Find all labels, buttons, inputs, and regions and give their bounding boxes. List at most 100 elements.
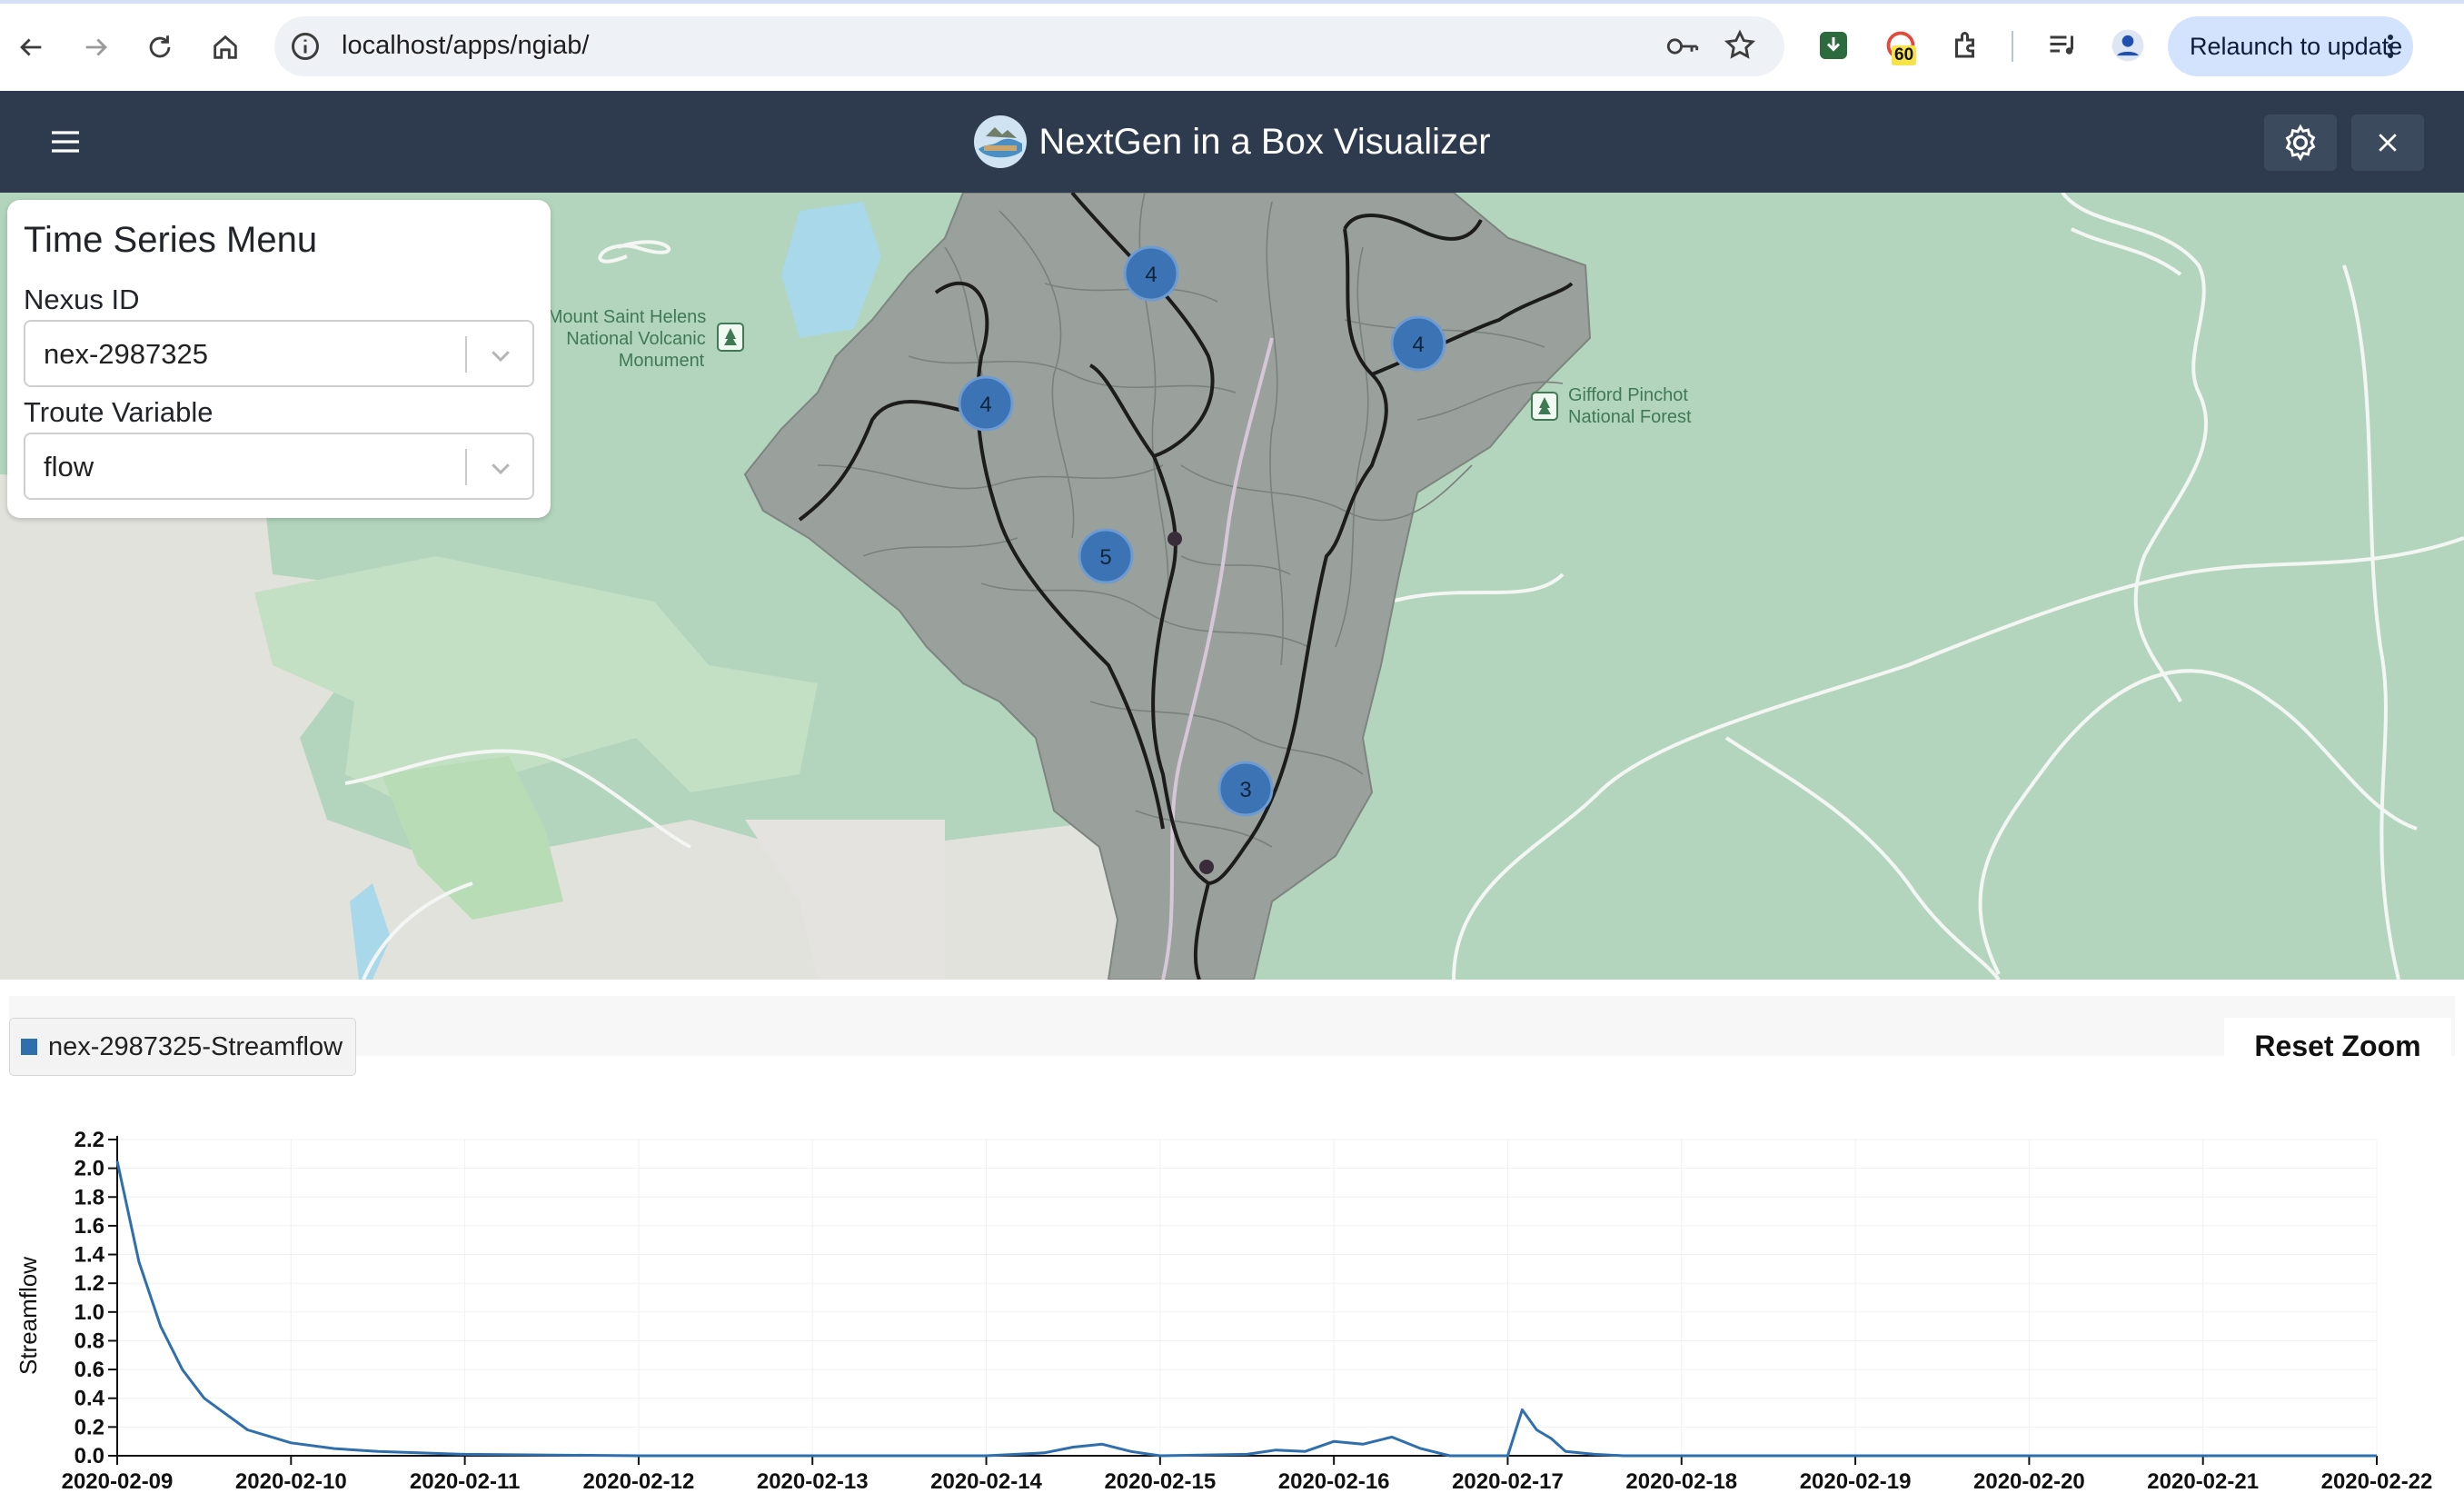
time-series-menu: Time Series Menu Nexus ID nex-2987325 Tr… bbox=[7, 200, 551, 518]
profile-avatar-icon[interactable] bbox=[2110, 27, 2146, 64]
troute-variable-label: Troute Variable bbox=[24, 396, 214, 428]
address-bar[interactable]: localhost/apps/ngiab/ bbox=[274, 16, 1784, 76]
chart-axes bbox=[116, 1136, 2377, 1457]
cluster-count: 5 bbox=[1099, 545, 1111, 570]
chart-toolbar bbox=[9, 996, 2455, 1056]
app-header: NextGen in a Box Visualizer bbox=[0, 91, 2464, 193]
toolbar-divider bbox=[2012, 31, 2013, 62]
x-tick-label: 2020-02-14 bbox=[930, 1469, 1042, 1494]
chart-series bbox=[115, 1160, 2377, 1458]
back-button[interactable] bbox=[7, 24, 55, 71]
chevron-down-icon[interactable] bbox=[487, 342, 514, 369]
y-axis-label: Streamflow bbox=[15, 1257, 42, 1375]
x-tick-label: 2020-02-16 bbox=[1278, 1469, 1390, 1494]
y-tick-label: 0.6 bbox=[75, 1358, 104, 1382]
url-text[interactable]: localhost/apps/ngiab/ bbox=[342, 31, 589, 61]
download-extension-icon[interactable] bbox=[1815, 27, 1852, 64]
app-brand: NextGen in a Box Visualizer bbox=[0, 91, 2464, 193]
x-tick-label: 2020-02-12 bbox=[583, 1469, 695, 1494]
map-label-msh-2: National Volcanic bbox=[566, 329, 705, 349]
nexus-id-label: Nexus ID bbox=[24, 284, 140, 315]
app-title: NextGen in a Box Visualizer bbox=[1038, 121, 1491, 162]
y-tick-label: 2.0 bbox=[75, 1157, 104, 1181]
map-label-msh-1: Mount Saint Helens bbox=[548, 307, 707, 327]
series-line bbox=[115, 1160, 2377, 1458]
y-tick-label: 1.2 bbox=[75, 1271, 104, 1296]
performance-extension-icon[interactable]: 60 bbox=[1883, 27, 1919, 65]
y-tick-label: 0.0 bbox=[75, 1444, 104, 1468]
cluster-count: 3 bbox=[1239, 778, 1251, 802]
x-axis: 2020-02-09 2020-02-10 2020-02-11 2020-02-12… bbox=[62, 1456, 2433, 1494]
y-tick-label: 0.8 bbox=[75, 1329, 104, 1353]
y-axis: 2.2 2.0 1.8 1.6 1.4 1.2 1.0 0.8 0.6 0.4 0.2 0.0 bbox=[75, 1128, 117, 1468]
legend-swatch bbox=[21, 1039, 37, 1055]
y-tick-label: 2.2 bbox=[75, 1128, 104, 1152]
reload-button[interactable] bbox=[136, 24, 184, 71]
x-tick-label: 2020-02-10 bbox=[235, 1469, 347, 1494]
map-label-gp-2: National Forest bbox=[1568, 407, 1692, 427]
x-tick-label: 2020-02-17 bbox=[1452, 1469, 1564, 1494]
gear-icon bbox=[2285, 124, 2316, 162]
troute-variable-value: flow bbox=[44, 451, 94, 483]
home-icon bbox=[214, 35, 237, 59]
cluster-marker[interactable]: 5 bbox=[1078, 528, 1134, 584]
y-tick-label: 1.4 bbox=[75, 1243, 105, 1268]
x-tick-label: 2020-02-21 bbox=[2147, 1469, 2259, 1494]
extensions-puzzle-icon[interactable] bbox=[1948, 27, 1984, 64]
select-separator bbox=[465, 336, 467, 373]
cluster-marker[interactable]: 4 bbox=[1123, 245, 1179, 302]
park-marker-icon bbox=[717, 323, 744, 352]
nexus-id-select[interactable]: nex-2987325 bbox=[24, 320, 534, 387]
x-tick-label: 2020-02-13 bbox=[757, 1469, 869, 1494]
y-tick-label: 1.0 bbox=[75, 1300, 104, 1325]
reset-zoom-button[interactable]: Reset Zoom bbox=[2224, 1018, 2451, 1074]
relaunch-label: Relaunch to update bbox=[2190, 33, 2403, 60]
x-tick-label: 2020-02-09 bbox=[62, 1469, 174, 1494]
extension-badge: 60 bbox=[1892, 45, 1917, 65]
map-label-msh-3: Monument bbox=[619, 351, 705, 371]
back-arrow-icon bbox=[20, 38, 42, 56]
troute-variable-select[interactable]: flow bbox=[24, 433, 534, 500]
settings-button[interactable] bbox=[2264, 114, 2337, 171]
y-tick-label: 1.6 bbox=[75, 1214, 104, 1239]
site-info-icon[interactable] bbox=[289, 30, 322, 63]
cluster-marker[interactable]: 4 bbox=[1390, 315, 1446, 372]
select-separator bbox=[465, 449, 467, 485]
chevron-down-icon[interactable] bbox=[487, 454, 514, 482]
close-icon bbox=[2379, 134, 2397, 152]
x-tick-label: 2020-02-18 bbox=[1625, 1469, 1737, 1494]
map-label-gp-1: Gifford Pinchot bbox=[1568, 385, 1688, 405]
key-icon[interactable] bbox=[1664, 30, 1701, 63]
reload-icon bbox=[149, 35, 171, 58]
cluster-marker[interactable]: 3 bbox=[1217, 761, 1274, 817]
app-logo-icon bbox=[974, 115, 1028, 168]
streamflow-chart[interactable]: 2.2 2.0 1.8 1.6 1.4 1.2 1.0 0.8 0.6 0.4 0.2 0.0 202… bbox=[0, 1118, 2464, 1503]
home-button[interactable] bbox=[202, 24, 249, 71]
media-queue-icon[interactable] bbox=[2044, 27, 2081, 64]
nexus-point[interactable] bbox=[1167, 532, 1182, 546]
cluster-marker[interactable]: 4 bbox=[958, 375, 1014, 432]
x-tick-label: 2020-02-11 bbox=[410, 1469, 520, 1494]
legend-label: nex-2987325-Streamflow bbox=[48, 1031, 343, 1061]
chart-grid bbox=[116, 1139, 2378, 1457]
x-tick-label: 2020-02-20 bbox=[1973, 1469, 2085, 1494]
forward-button[interactable] bbox=[73, 24, 120, 71]
more-menu-icon[interactable] bbox=[2384, 33, 2397, 60]
nexus-id-value: nex-2987325 bbox=[44, 338, 208, 370]
bookmark-star-icon[interactable] bbox=[1723, 28, 1757, 63]
forward-arrow-icon bbox=[85, 38, 107, 56]
cluster-count: 4 bbox=[979, 393, 991, 417]
relaunch-to-update-button[interactable]: Relaunch to update bbox=[2168, 16, 2413, 76]
x-tick-label: 2020-02-19 bbox=[1800, 1469, 1912, 1494]
x-tick-label: 2020-02-22 bbox=[2321, 1469, 2433, 1494]
close-button[interactable] bbox=[2351, 114, 2424, 171]
y-tick-label: 0.2 bbox=[75, 1415, 104, 1439]
tab-strip bbox=[0, 0, 2464, 4]
nexus-point[interactable] bbox=[1199, 860, 1214, 874]
time-series-menu-title: Time Series Menu bbox=[24, 220, 318, 260]
chart-legend-item[interactable]: nex-2987325-Streamflow bbox=[9, 1018, 357, 1076]
cluster-count: 4 bbox=[1145, 263, 1157, 287]
browser-toolbar: localhost/apps/ngiab/ 60 Relaunch to upd… bbox=[0, 0, 2464, 92]
park-marker-icon bbox=[1531, 392, 1558, 421]
cluster-count: 4 bbox=[1412, 333, 1424, 357]
